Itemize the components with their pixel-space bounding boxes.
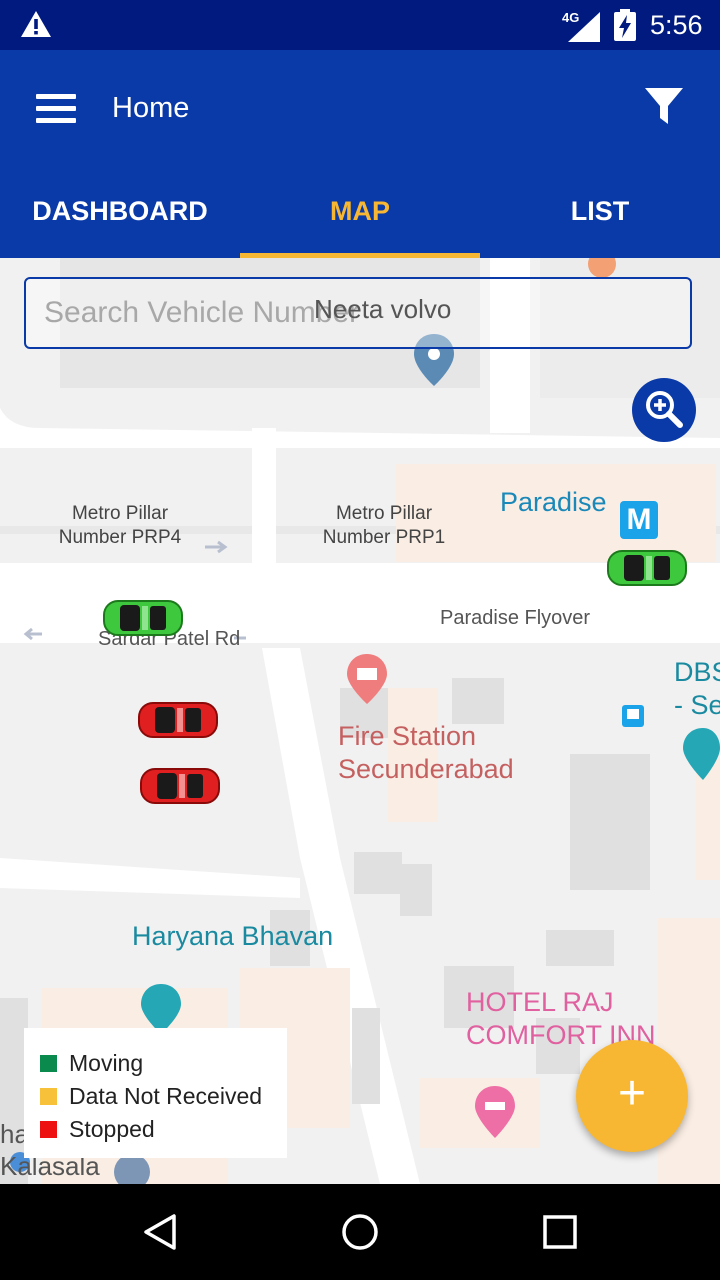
vehicle-marker-moving[interactable] <box>102 596 184 640</box>
home-button[interactable] <box>340 1212 380 1252</box>
clock: 5:56 <box>650 10 703 40</box>
legend-swatch-data-not-received <box>40 1088 57 1105</box>
vehicle-marker-stopped[interactable] <box>137 698 219 742</box>
legend-item-stopped: Stopped <box>40 1116 155 1143</box>
legend-swatch-moving <box>40 1055 57 1072</box>
legend-item-moving: Moving <box>40 1050 143 1077</box>
battery-charging-icon <box>614 9 636 41</box>
recents-button[interactable] <box>542 1214 578 1250</box>
system-nav-bar <box>0 1184 720 1280</box>
filter-icon[interactable] <box>644 86 684 126</box>
signal-icon <box>568 12 600 42</box>
vehicle-marker-moving[interactable] <box>606 546 688 590</box>
map-label-fire-station: Fire Station Secunderabad <box>338 721 514 784</box>
tab-dashboard[interactable]: DASHBOARD <box>0 178 240 258</box>
tab-bar: DASHBOARD MAP LIST <box>0 178 720 258</box>
map-label-paradise: Paradise <box>500 487 607 517</box>
map-legend: Moving Data Not Received Stopped <box>24 1028 287 1158</box>
vehicle-marker-stopped[interactable] <box>139 764 221 808</box>
add-button[interactable]: + <box>576 1040 688 1152</box>
app-bar: Home DASHBOARD MAP LIST <box>0 50 720 258</box>
map-label-metro-prp1: Metro Pillar Number PRP1 <box>322 503 446 548</box>
legend-swatch-stopped <box>40 1121 57 1138</box>
plus-icon: + <box>617 1067 647 1120</box>
menu-icon[interactable] <box>36 94 76 124</box>
page-title: Home <box>112 92 190 124</box>
zoom-in-button[interactable] <box>632 378 696 442</box>
back-button[interactable] <box>140 1212 180 1252</box>
status-bar: 4G 5:56 <box>0 0 720 50</box>
vehicle-pin-label: Neeta volvo <box>314 294 452 324</box>
metro-station-icon: M <box>620 501 658 539</box>
legend-item-data-not-received: Data Not Received <box>40 1083 262 1110</box>
map-view[interactable]: Metro Pillar Number PRP4 Metro Pillar Nu… <box>0 258 720 1184</box>
map-label-paradise-flyover: Paradise Flyover <box>440 607 591 629</box>
map-label-metro-prp4: Metro Pillar Number PRP4 <box>58 503 182 548</box>
zoom-in-icon <box>646 391 683 428</box>
map-label-haryana-bhavan: Haryana Bhavan <box>132 921 334 951</box>
tab-list[interactable]: LIST <box>480 178 720 258</box>
map-label-dbs: DBS - Se <box>674 657 720 720</box>
warning-icon <box>21 11 51 37</box>
tab-map[interactable]: MAP <box>240 178 480 258</box>
